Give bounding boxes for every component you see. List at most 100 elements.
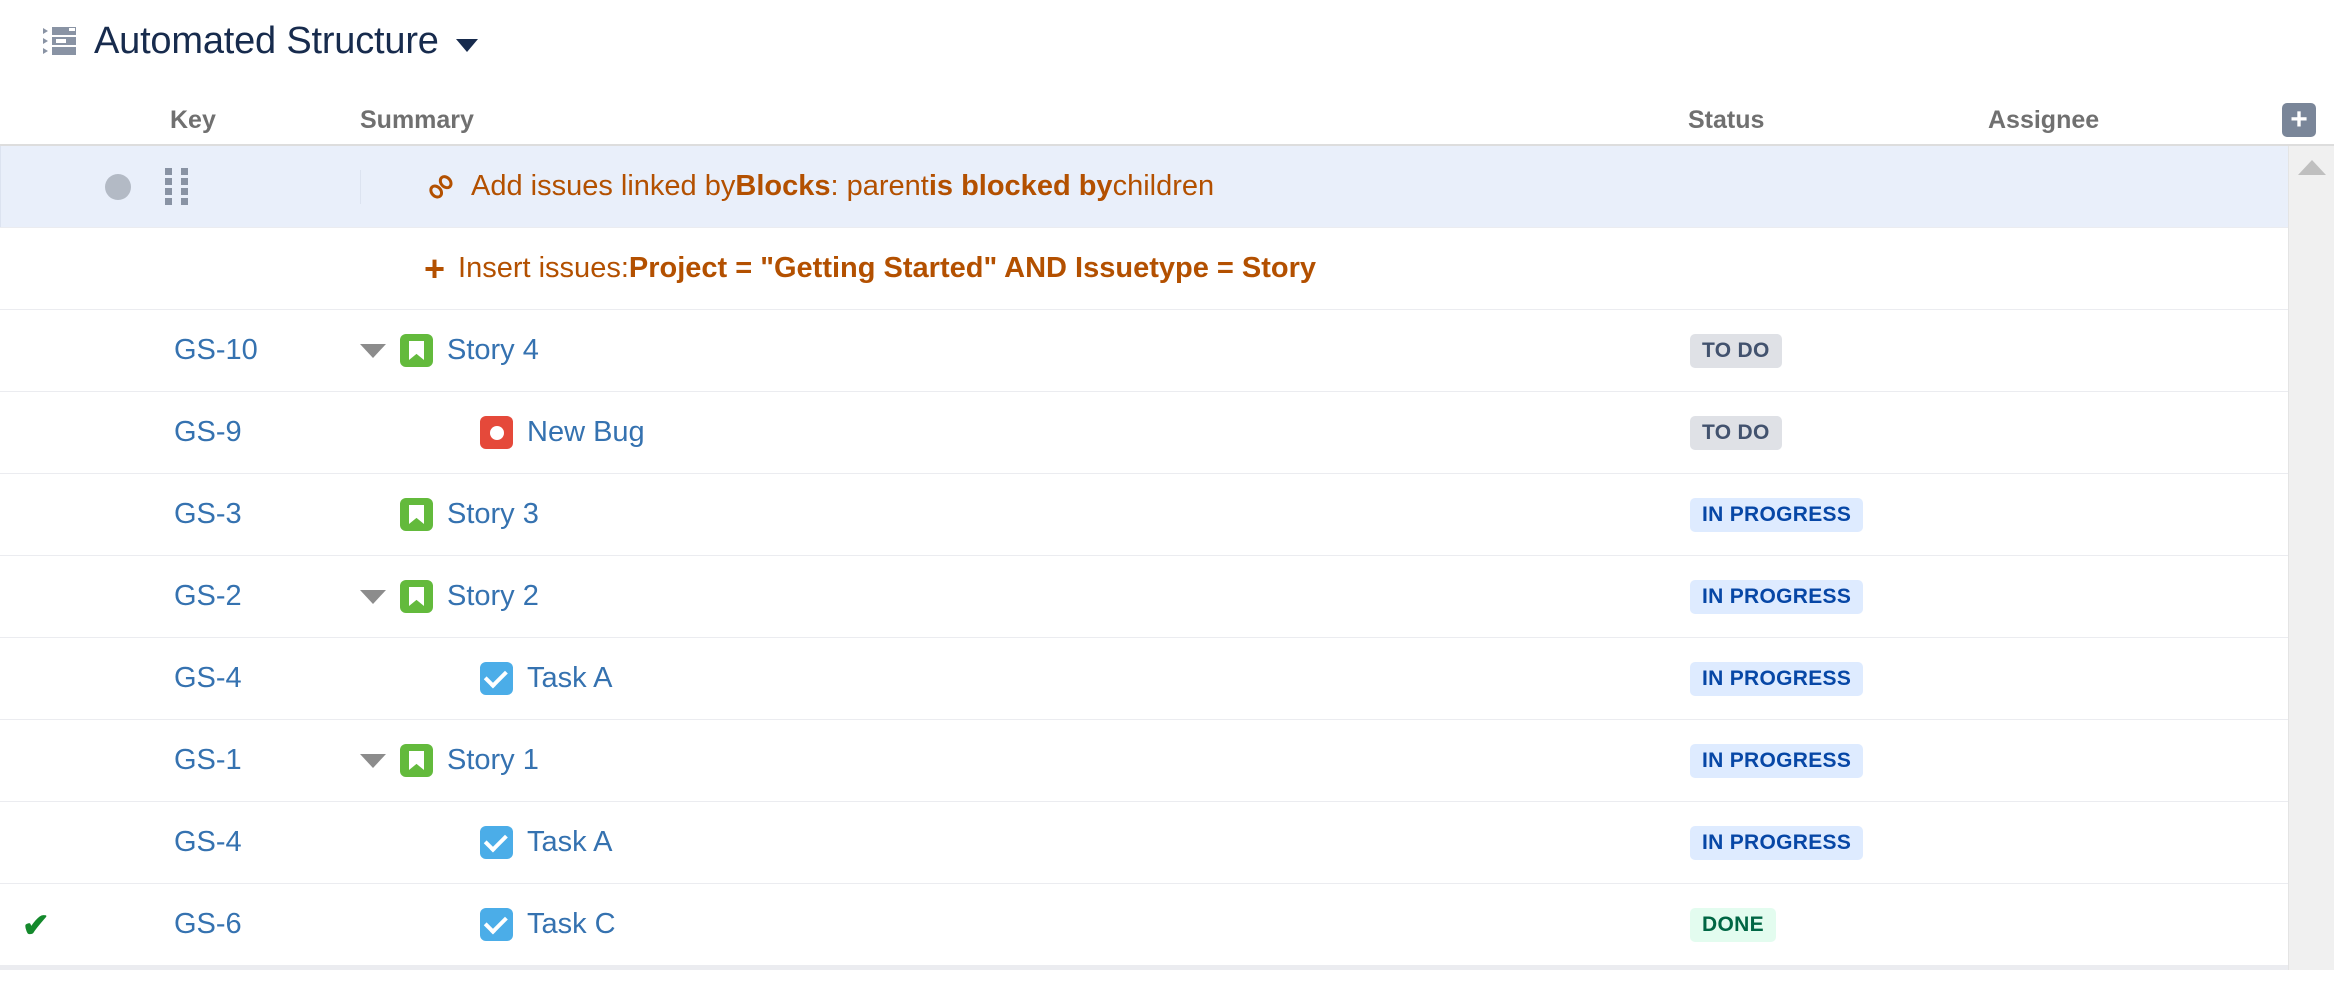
table-row[interactable]: GS-10 Story 4 TO DO <box>0 310 2334 392</box>
status-badge[interactable]: TO DO <box>1690 333 1782 368</box>
summary-cell: New Bug <box>360 416 1688 449</box>
status-cell: IN PROGRESS <box>1688 579 1988 614</box>
summary-cell: Story 1 <box>360 744 1688 777</box>
issue-key-link[interactable]: GS-1 <box>170 744 242 776</box>
key-cell: GS-10 <box>170 334 360 367</box>
column-header-status[interactable]: Status <box>1688 106 1988 144</box>
issue-key-link[interactable]: GS-3 <box>170 498 242 530</box>
status-cell: IN PROGRESS <box>1688 497 1988 532</box>
issue-key-link[interactable]: GS-2 <box>170 580 242 612</box>
story-icon <box>400 334 433 367</box>
vertical-scrollbar[interactable] <box>2288 146 2334 970</box>
plus-icon: + <box>424 250 445 286</box>
key-cell: GS-4 <box>170 826 360 859</box>
column-header-key-label: Key <box>170 106 216 134</box>
add-column-button[interactable]: + <box>2282 103 2316 137</box>
generator-summary-cell: + Insert issues: Project = "Getting Start… <box>360 250 1688 286</box>
issue-key-link[interactable]: GS-4 <box>170 662 242 694</box>
grid-bottom-edge <box>0 966 2288 970</box>
summary-content: Task A <box>360 826 1688 859</box>
status-cell: DONE <box>1688 907 1988 942</box>
status-cell: TO DO <box>1688 333 1988 368</box>
generator-text-part: is blocked by <box>928 170 1113 202</box>
plus-icon: + <box>2290 103 2308 136</box>
status-badge[interactable]: IN PROGRESS <box>1690 497 1864 532</box>
status-badge[interactable]: IN PROGRESS <box>1690 661 1864 696</box>
summary-content: Story 1 <box>360 744 1688 777</box>
column-header-summary[interactable]: Summary <box>360 106 1688 144</box>
table-row[interactable]: GS-3 Story 3 IN PROGRESS <box>0 474 2334 556</box>
summary-cell: Story 2 <box>360 580 1688 613</box>
issue-summary-link[interactable]: Task A <box>527 662 612 695</box>
issue-key-link[interactable]: GS-9 <box>170 416 242 448</box>
generator-text-part: Add issues linked by <box>471 170 736 202</box>
table-row[interactable]: GS-4 Task A IN PROGRESS <box>0 802 2334 884</box>
generator-row[interactable]: Add issues linked by Blocks: parent is b… <box>0 146 2334 228</box>
table-row[interactable]: GS-1 Story 1 IN PROGRESS <box>0 720 2334 802</box>
issue-summary-link[interactable]: Task C <box>527 908 616 941</box>
done-check-icon: ✔ <box>22 906 50 943</box>
table-row[interactable]: GS-2 Story 2 IN PROGRESS <box>0 556 2334 638</box>
structure-grid: Key Summary Status Assignee + Add issues… <box>0 82 2334 970</box>
generator-text-part: Project = "Getting Started" AND Issuetyp… <box>628 252 1317 284</box>
status-badge[interactable]: IN PROGRESS <box>1690 743 1864 778</box>
issue-summary-link[interactable]: Story 1 <box>447 744 539 777</box>
status-badge[interactable]: IN PROGRESS <box>1690 579 1864 614</box>
issue-key-link[interactable]: GS-10 <box>170 334 258 366</box>
key-cell: GS-1 <box>170 744 360 777</box>
key-cell: GS-3 <box>170 498 360 531</box>
column-divider <box>0 146 1 227</box>
key-cell: GS-4 <box>170 662 360 695</box>
table-row[interactable]: ✔ GS-6 Task C DONE <box>0 884 2334 966</box>
summary-cell: Task A <box>360 662 1688 695</box>
key-cell: GS-6 <box>170 908 360 941</box>
generator-summary-cell: Add issues linked by Blocks: parent is b… <box>360 169 1688 204</box>
table-row[interactable]: GS-9 New Bug TO DO <box>0 392 2334 474</box>
chevron-down-icon[interactable] <box>455 38 478 52</box>
bug-icon <box>480 416 513 449</box>
summary-cell: Task C <box>360 908 1688 941</box>
column-header-key[interactable]: Key <box>170 106 360 144</box>
issue-summary-link[interactable]: New Bug <box>527 416 645 449</box>
status-cell: TO DO <box>1688 415 1988 450</box>
status-cell: IN PROGRESS <box>1688 825 1988 860</box>
chevron-up-icon[interactable] <box>2297 160 2326 175</box>
summary-cell: Task A <box>360 826 1688 859</box>
summary-cell: Story 3 <box>360 498 1688 531</box>
generator-text-part: : parent <box>830 170 929 202</box>
column-header-assignee-label: Assignee <box>1988 106 2100 134</box>
key-cell: GS-2 <box>170 580 360 613</box>
issue-summary-link[interactable]: Story 4 <box>447 334 539 367</box>
status-cell: IN PROGRESS <box>1688 743 1988 778</box>
generator-row[interactable]: + Insert issues: Project = "Getting Start… <box>0 228 2334 310</box>
status-badge[interactable]: TO DO <box>1690 415 1782 450</box>
expand-collapse-triangle-icon[interactable] <box>360 343 386 358</box>
issue-key-link[interactable]: GS-6 <box>170 908 242 940</box>
issue-summary-link[interactable]: Story 3 <box>447 498 539 531</box>
issue-summary-link[interactable]: Task A <box>527 826 612 859</box>
status-badge[interactable]: DONE <box>1690 907 1776 942</box>
structure-list-icon <box>42 25 76 57</box>
task-icon <box>480 662 513 695</box>
summary-content: Story 3 <box>360 498 1688 531</box>
generator-text-part: Insert issues: <box>458 252 629 284</box>
expand-collapse-triangle-icon[interactable] <box>360 753 386 768</box>
page-title[interactable]: Automated Structure <box>94 20 439 63</box>
summary-content: Task C <box>360 908 1688 941</box>
task-icon <box>480 826 513 859</box>
key-cell: GS-9 <box>170 416 360 449</box>
story-icon <box>400 580 433 613</box>
issue-summary-link[interactable]: Story 2 <box>447 580 539 613</box>
status-badge[interactable]: IN PROGRESS <box>1690 825 1864 860</box>
column-header-summary-label: Summary <box>360 106 474 134</box>
expand-collapse-triangle-icon[interactable] <box>360 589 386 604</box>
table-row[interactable]: GS-4 Task A IN PROGRESS <box>0 638 2334 720</box>
generator-content: + Insert issues: Project = "Getting Start… <box>360 250 1688 286</box>
grid-header-row: Key Summary Status Assignee + <box>0 82 2334 146</box>
drag-dot <box>181 167 188 175</box>
drag-handle[interactable] <box>165 167 189 206</box>
column-header-assignee[interactable]: Assignee <box>1988 106 2288 144</box>
issue-key-link[interactable]: GS-4 <box>170 826 242 858</box>
column-divider <box>360 169 361 204</box>
task-icon <box>480 908 513 941</box>
